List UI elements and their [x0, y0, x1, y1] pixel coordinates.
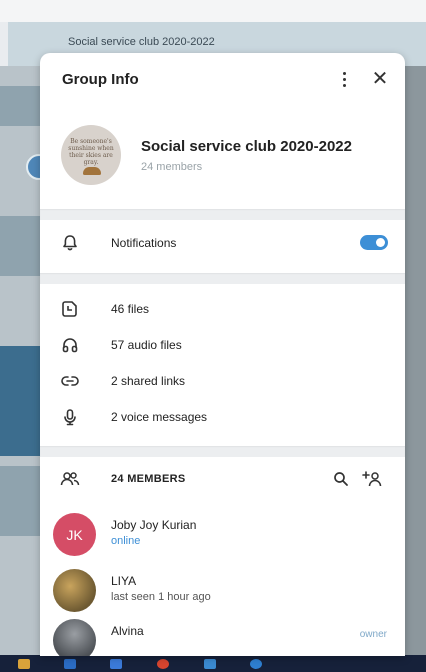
- avatar: JK: [53, 513, 96, 556]
- taskbar-app-icon[interactable]: [204, 659, 216, 669]
- member-name: LIYA: [111, 574, 137, 588]
- taskbar-telegram-icon[interactable]: [250, 659, 262, 669]
- microphone-icon: [60, 407, 80, 427]
- members-icon: [60, 469, 80, 489]
- members-title: 24 MEMBERS: [111, 473, 186, 485]
- group-avatar[interactable]: Be someone's sunshine when their skies a…: [61, 125, 121, 185]
- shared-links-label: 2 shared links: [111, 374, 186, 388]
- files-label: 46 files: [111, 302, 150, 316]
- add-member-icon[interactable]: [361, 468, 383, 490]
- taskbar-app-icon[interactable]: [64, 659, 76, 669]
- link-icon: [60, 371, 80, 391]
- chat-scroll-region[interactable]: [404, 66, 426, 656]
- voice-messages-label: 2 voice messages: [111, 410, 208, 424]
- member-row[interactable]: Alvina owner: [40, 615, 405, 656]
- notifications-label: Notifications: [111, 236, 177, 250]
- taskbar-app-icon[interactable]: [110, 659, 122, 669]
- section-divider: [40, 273, 405, 284]
- dialog-title: Group Info: [62, 71, 139, 88]
- chat-list-panel[interactable]: [0, 66, 52, 656]
- members-header: 24 MEMBERS: [40, 463, 405, 495]
- chat-list-item[interactable]: [0, 216, 40, 276]
- dialog-header: Group Info ✕: [40, 53, 405, 105]
- files-row[interactable]: 46 files: [40, 293, 405, 325]
- avatar: [53, 619, 96, 656]
- chat-title[interactable]: Social service club 2020-2022: [68, 36, 215, 48]
- member-status: last seen 1 hour ago: [111, 591, 211, 603]
- member-name: Alvina: [111, 624, 144, 638]
- chat-list-item[interactable]: [0, 86, 40, 126]
- group-avatar-illustration: [83, 167, 101, 175]
- section-divider: [40, 446, 405, 457]
- chat-list-item[interactable]: [0, 466, 40, 536]
- member-status: online: [111, 535, 141, 547]
- more-options-icon[interactable]: [332, 67, 356, 91]
- taskbar-browser-icon[interactable]: [157, 659, 169, 669]
- search-members-icon[interactable]: [330, 468, 352, 490]
- group-member-count: 24 members: [141, 161, 203, 173]
- window-top-strip: [0, 0, 426, 22]
- notifications-row[interactable]: Notifications: [40, 227, 405, 259]
- taskbar-app-icon[interactable]: [18, 659, 30, 669]
- member-name: Joby Joy Kurian: [111, 518, 197, 532]
- close-icon[interactable]: ✕: [368, 67, 392, 91]
- chat-list-item-selected[interactable]: [0, 346, 40, 456]
- avatar: [53, 569, 96, 612]
- avatar-initials: JK: [66, 526, 83, 543]
- member-row[interactable]: JK Joby Joy Kurian online: [40, 509, 405, 559]
- member-row[interactable]: LIYA last seen 1 hour ago: [40, 565, 405, 615]
- voice-messages-row[interactable]: 2 voice messages: [40, 401, 405, 433]
- owner-badge: owner: [359, 629, 387, 640]
- audio-files-row[interactable]: 57 audio files: [40, 329, 405, 361]
- group-avatar-text: Be someone's sunshine when their skies a…: [68, 138, 114, 166]
- group-info-dialog: Group Info ✕ Be someone's sunshine when …: [40, 53, 405, 656]
- audio-files-label: 57 audio files: [111, 338, 182, 352]
- shared-links-row[interactable]: 2 shared links: [40, 365, 405, 397]
- notifications-toggle[interactable]: [360, 235, 388, 250]
- headphones-icon: [60, 335, 80, 355]
- section-divider: [40, 209, 405, 220]
- clock-file-icon: [60, 299, 80, 319]
- group-name: Social service club 2020-2022: [141, 138, 352, 155]
- group-summary: Be someone's sunshine when their skies a…: [40, 105, 405, 209]
- bell-icon: [60, 233, 80, 253]
